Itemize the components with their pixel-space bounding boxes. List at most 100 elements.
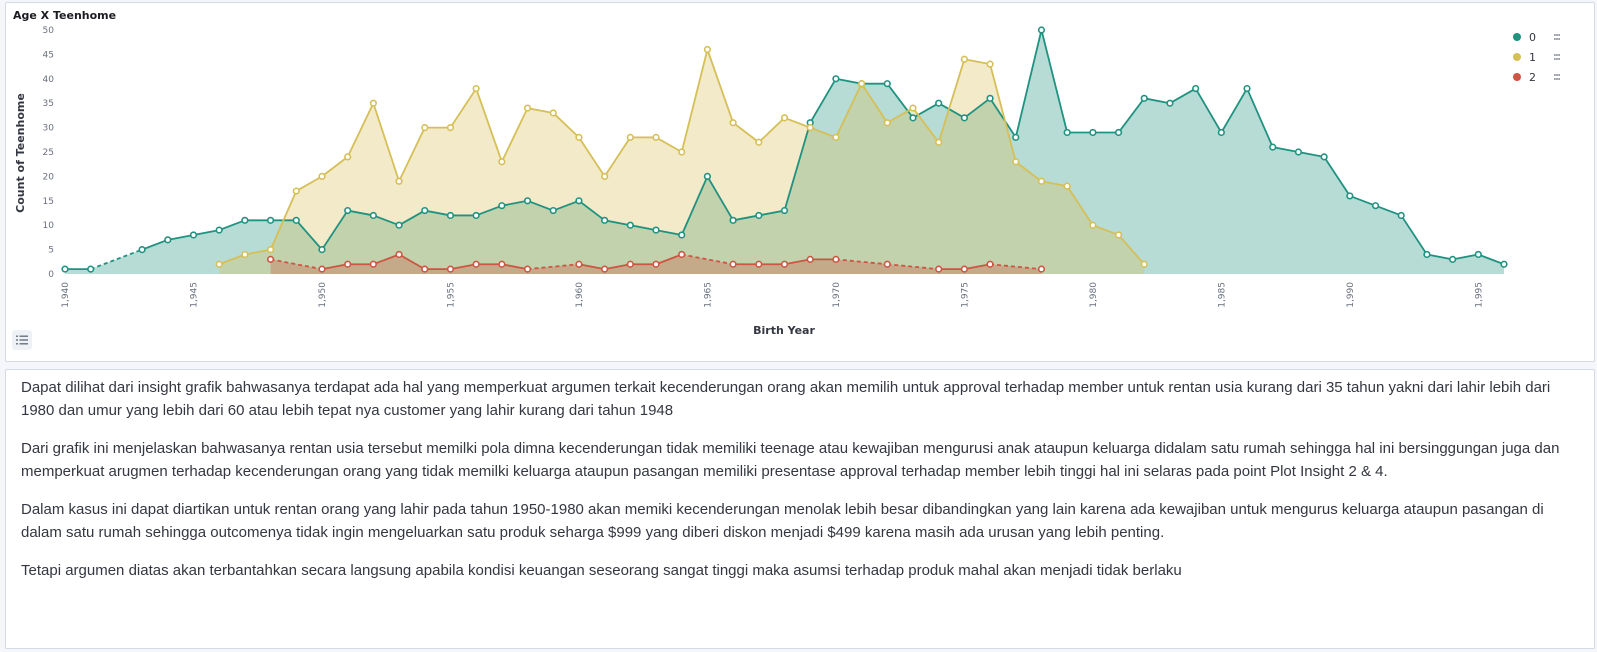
paragraph: Dari grafik ini menjelaskan bahwasanya r… <box>21 440 1560 480</box>
x-tick-label: 1,990 <box>1346 282 1356 308</box>
area-chart: 051015202530354045501,940 1,945 1,950 1,955… <box>14 26 1560 337</box>
paragraph: Dalam kasus ini dapat diartikan untuk re… <box>21 501 1544 541</box>
series-1-point <box>678 148 686 156</box>
series-1-point <box>421 123 429 132</box>
series-2-point <box>626 260 634 268</box>
series-1-point <box>703 45 712 54</box>
series-0-point <box>1320 153 1328 161</box>
series-0-point <box>986 94 994 102</box>
y-tick-label: 20 <box>43 172 55 182</box>
series-0-point <box>626 221 634 229</box>
series-1-point <box>549 109 557 117</box>
series-0-point <box>729 216 737 224</box>
series-2-point <box>883 260 891 268</box>
series-0-point <box>1114 128 1123 137</box>
series-0-point <box>703 172 712 180</box>
series-0-point <box>189 231 198 239</box>
paragraph: Tetapi argumen diatas akan terbantahkan … <box>21 562 1182 579</box>
legend-options-icon[interactable] <box>1554 78 1556 80</box>
legend-options-icon[interactable] <box>1556 74 1558 76</box>
series-2-point <box>369 260 377 268</box>
y-tick-label: 35 <box>43 99 54 109</box>
series-2-point <box>446 265 455 273</box>
legend-options-icon[interactable] <box>1558 38 1560 40</box>
legend-options-icon[interactable] <box>1556 54 1558 56</box>
series-0-point <box>935 99 943 107</box>
legend-options-icon[interactable] <box>1558 54 1560 56</box>
legend-options-icon[interactable] <box>1554 34 1556 36</box>
x-tick-label: 1,955 <box>446 282 456 308</box>
y-tick-label: 0 <box>48 270 54 280</box>
legend-options-icon[interactable] <box>1558 34 1560 36</box>
x-tick-label: 1,965 <box>703 282 713 308</box>
series-0-point <box>421 206 429 215</box>
series-1-point <box>292 187 300 195</box>
series-0-point <box>1346 192 1354 200</box>
legend-options-icon[interactable] <box>1554 58 1556 60</box>
legend-label: 0 <box>1529 31 1536 44</box>
series-0-point <box>1423 250 1431 259</box>
series-0-point <box>832 75 840 83</box>
y-tick-label: 50 <box>43 26 55 36</box>
series-1-point <box>1063 182 1071 190</box>
legend-options-icon[interactable] <box>1556 34 1558 36</box>
series-2-point <box>806 255 814 263</box>
legend-options-icon[interactable] <box>1554 38 1556 40</box>
series-0-point <box>755 211 763 220</box>
series-0-point <box>395 221 403 229</box>
legend-options-icon[interactable] <box>1556 58 1558 60</box>
series-0-point <box>1397 211 1405 220</box>
chart-title: Age X Teenhome <box>13 9 117 22</box>
markdown-panel: Dapat dilihat dari insight grafik bahwas… <box>5 369 1595 649</box>
series-0-point <box>575 197 583 205</box>
series-1-point <box>986 60 994 68</box>
series-0-point <box>1269 143 1277 151</box>
series-1-point <box>395 177 403 185</box>
legend-label: 2 <box>1529 71 1536 84</box>
legend-swatch <box>1513 73 1521 81</box>
series-0-point <box>1140 94 1148 102</box>
x-tick-label: 1,985 <box>1217 282 1227 308</box>
legend-options-icon[interactable] <box>1556 38 1558 40</box>
series-0-point <box>1166 99 1174 107</box>
series-2-point <box>935 265 943 273</box>
series-0-point <box>318 246 326 254</box>
legend-options-icon[interactable] <box>1558 58 1560 60</box>
series-0-point <box>1217 128 1225 137</box>
y-tick-label: 10 <box>43 221 55 231</box>
series-1-point <box>960 55 968 63</box>
series-1-point <box>626 133 634 141</box>
series-1-point <box>318 172 326 180</box>
series-0-point <box>652 226 660 234</box>
legend-options-icon[interactable] <box>1558 78 1560 80</box>
series-0-point <box>1089 128 1097 137</box>
series-0-point <box>241 216 249 224</box>
series-1-point <box>344 153 352 161</box>
legend-swatch <box>1513 33 1521 41</box>
series-0-point <box>1063 128 1071 137</box>
legend-toggle-button[interactable] <box>12 330 32 350</box>
legend-options-icon[interactable] <box>1554 54 1556 56</box>
legend-options-icon[interactable] <box>1554 74 1556 76</box>
x-tick-label: 1,960 <box>575 282 585 308</box>
x-tick-label: 1,950 <box>318 282 328 308</box>
series-1-point <box>1037 177 1046 185</box>
series-2-point <box>678 250 686 259</box>
legend-swatch <box>1513 53 1521 61</box>
series-0-point <box>1243 84 1251 93</box>
series-0-point <box>1474 250 1482 259</box>
series-2-point <box>986 260 994 268</box>
legend-options-icon[interactable] <box>1558 74 1560 76</box>
series-1-point <box>1012 158 1020 166</box>
series-1-point <box>472 84 480 93</box>
series-0-point <box>523 197 532 205</box>
series-2-point <box>421 265 429 273</box>
series-0-point <box>292 216 300 224</box>
list-icon <box>16 335 28 345</box>
series-1-point <box>1089 221 1097 229</box>
series-2-point <box>318 265 326 273</box>
legend-options-icon[interactable] <box>1556 78 1558 80</box>
x-tick-label: 1,945 <box>189 282 199 308</box>
series-0-point <box>1500 260 1508 268</box>
series-0-point <box>446 211 455 220</box>
